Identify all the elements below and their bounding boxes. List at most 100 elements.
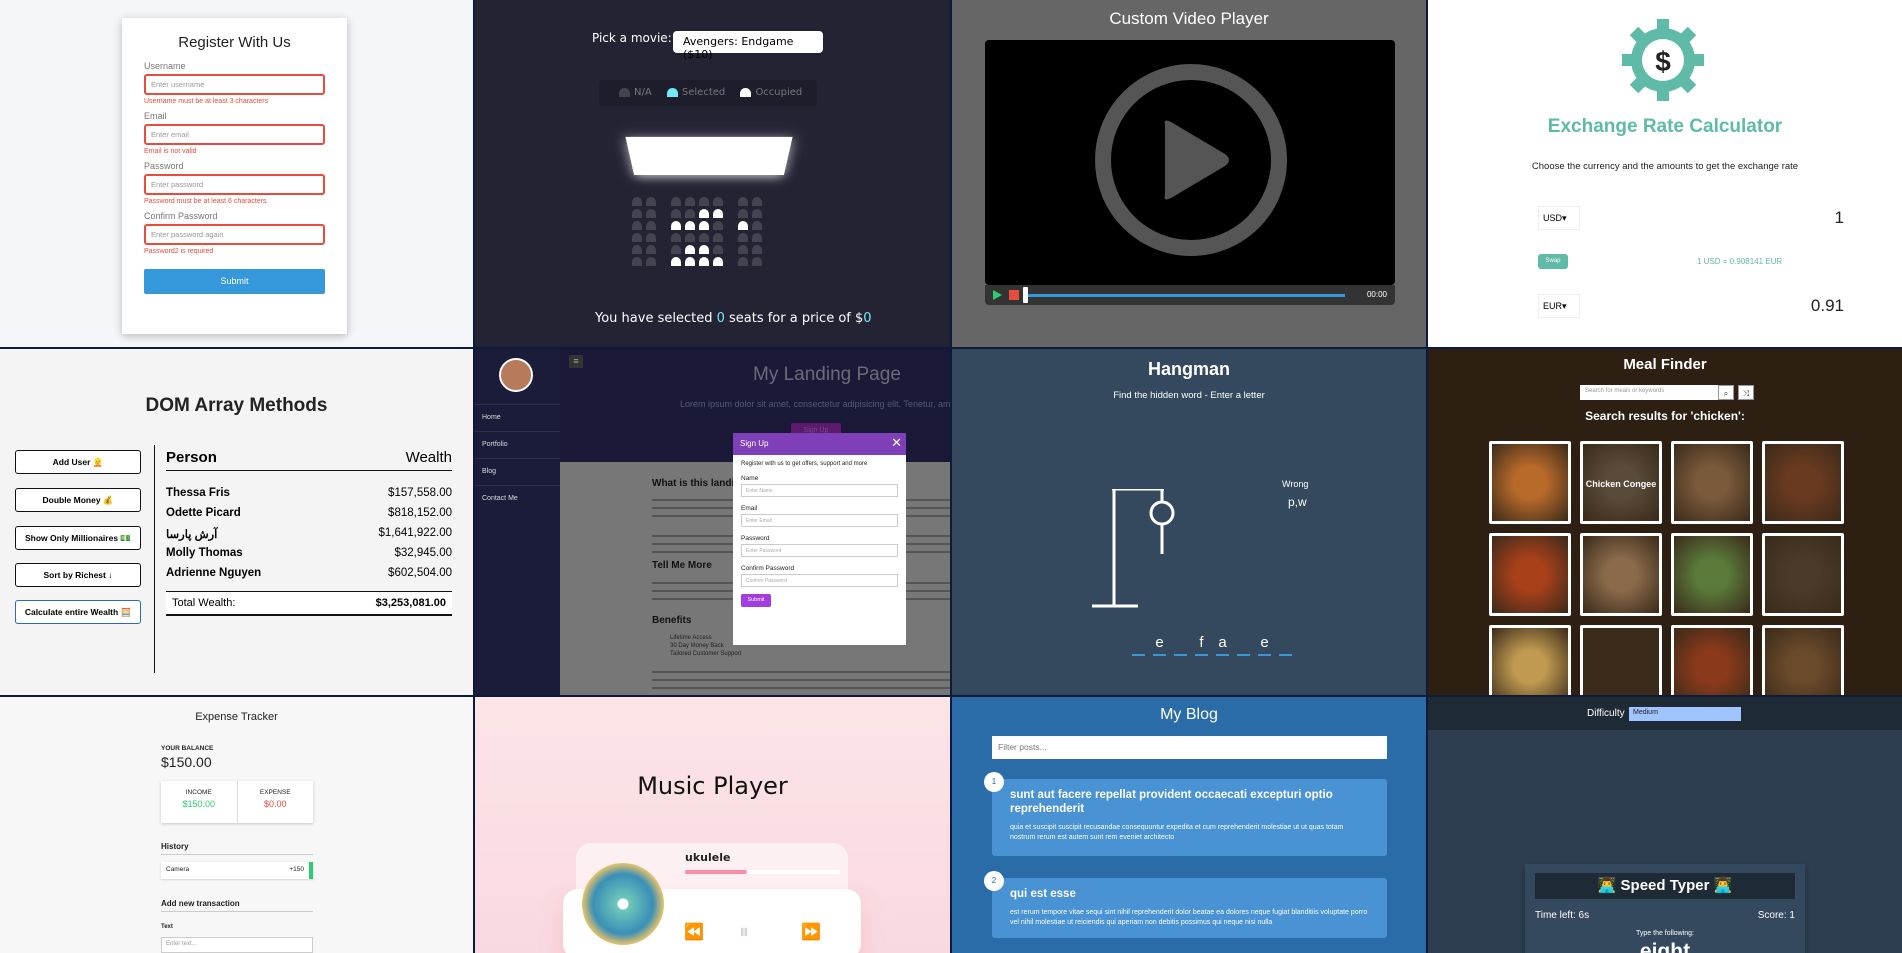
seat[interactable] [713,221,723,230]
progress-handle[interactable] [1023,287,1028,303]
seat[interactable] [713,209,723,218]
seat[interactable] [699,257,709,266]
email-input[interactable]: Enter Email [741,514,898,527]
seat[interactable] [752,233,762,242]
meal-card[interactable] [1580,533,1662,616]
track-progress[interactable] [685,870,840,874]
seat[interactable] [752,221,762,230]
random-shuffle-icon[interactable]: ⤨ [1738,385,1754,400]
seat[interactable] [699,233,709,242]
seat[interactable] [646,245,656,254]
seat[interactable] [671,221,681,230]
add-user-button[interactable]: Add User 👱 [15,450,141,474]
email-input[interactable]: Enter email [144,124,325,145]
meal-card[interactable] [1580,625,1662,695]
seat[interactable] [632,233,642,242]
seat[interactable] [738,245,748,254]
meal-card[interactable] [1489,533,1571,616]
seat[interactable] [646,233,656,242]
pause-icon[interactable]: ⏸ [739,919,749,943]
seat[interactable] [632,245,642,254]
video-screen[interactable] [985,40,1395,285]
prev-icon[interactable]: ⏪ [684,922,704,941]
seat[interactable] [738,197,748,206]
search-icon[interactable]: ⌕ [1718,385,1734,400]
seat[interactable] [646,209,656,218]
seat[interactable] [699,209,709,218]
meal-card[interactable]: Chicken Congee [1580,441,1662,524]
submit-button[interactable]: Submit [144,269,325,294]
movie-select[interactable]: Avengers: Endgame ($10) [673,31,823,61]
seat[interactable] [699,245,709,254]
seat[interactable] [646,221,656,230]
seat[interactable] [699,197,709,206]
filter-input[interactable]: Filter posts... [992,736,1387,759]
difficulty-select[interactable]: Medium [1629,707,1741,721]
seat[interactable] [685,257,695,266]
play-icon[interactable] [993,290,1002,300]
calculate-wealth-button[interactable]: Calculate entire Wealth 🧮 [15,600,141,624]
next-icon[interactable]: ⏩ [801,922,821,941]
seat[interactable] [752,209,762,218]
seat[interactable] [738,233,748,242]
username-input[interactable]: Enter username [144,74,325,95]
seat[interactable] [713,233,723,242]
seat[interactable] [752,257,762,266]
password-input[interactable]: Enter password [144,174,325,195]
seat[interactable] [738,221,748,230]
meal-card[interactable] [1489,625,1571,695]
amount-one-input[interactable]: 1 [1835,208,1844,228]
seat[interactable] [671,209,681,218]
name-input[interactable]: Enter Name [741,484,898,497]
seat[interactable] [738,257,748,266]
seat[interactable] [713,245,723,254]
currency-one-select[interactable]: USD▾ [1538,206,1580,230]
seat[interactable] [671,233,681,242]
confirm-password-input[interactable]: Enter password again [144,224,325,245]
nav-contact[interactable]: Contact Me [475,485,560,512]
seat[interactable] [685,197,695,206]
seat[interactable] [646,257,656,266]
meal-card[interactable] [1671,625,1753,695]
amount-two-input[interactable]: 0.91 [1811,296,1844,316]
confirm-password-input[interactable]: Confirm Password [741,574,898,587]
seat[interactable] [685,233,695,242]
seat[interactable] [713,257,723,266]
seat[interactable] [752,197,762,206]
seat[interactable] [713,197,723,206]
seat[interactable] [632,221,642,230]
seat[interactable] [752,245,762,254]
text-input[interactable]: Enter text... [161,937,313,953]
seat[interactable] [685,209,695,218]
currency-two-select[interactable]: EUR▾ [1538,294,1580,318]
modal-submit-button[interactable]: Submit [741,594,771,607]
seat[interactable] [738,209,748,218]
seat[interactable] [632,257,642,266]
meal-card[interactable] [1762,625,1844,695]
seat[interactable] [671,197,681,206]
seat[interactable] [685,221,695,230]
video-progress-bar[interactable] [1025,294,1345,297]
double-money-button[interactable]: Double Money 💰 [15,488,141,512]
seat[interactable] [632,197,642,206]
meal-card[interactable] [1671,533,1753,616]
meal-search-input[interactable]: Search for meals or keywords [1580,385,1718,400]
seat[interactable] [699,221,709,230]
seat[interactable] [685,245,695,254]
swap-button[interactable]: Swap [1538,254,1568,269]
nav-portfolio[interactable]: Portfolio [475,431,560,458]
meal-card[interactable] [1762,533,1844,616]
meal-card[interactable] [1489,441,1571,524]
nav-home[interactable]: Home [475,404,560,431]
transaction-item[interactable]: Camera +150 [161,862,313,879]
seat[interactable] [632,209,642,218]
password-input[interactable]: Enter Password [741,544,898,557]
stop-icon[interactable] [1009,290,1019,300]
sort-richest-button[interactable]: Sort by Richest ↓ [15,563,141,587]
seat[interactable] [671,245,681,254]
meal-card[interactable] [1762,441,1844,524]
nav-blog[interactable]: Blog [475,458,560,485]
seat[interactable] [646,197,656,206]
show-millionaires-button[interactable]: Show Only Millionaires 💵 [15,526,141,550]
meal-card[interactable] [1671,441,1753,524]
